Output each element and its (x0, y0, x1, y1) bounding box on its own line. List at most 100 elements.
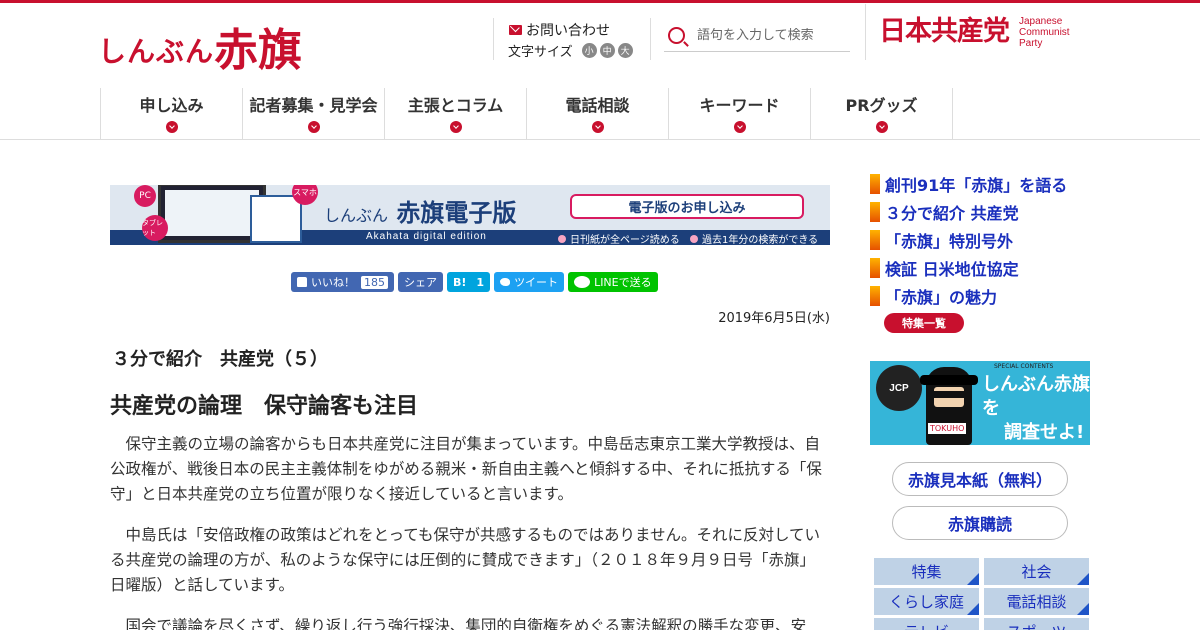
banner-edition-text: Akahata digital edition (366, 231, 487, 242)
tweet-label: ツイート (514, 276, 559, 289)
font-size-label: 文字サイズ (508, 45, 573, 60)
line-icon (574, 276, 591, 288)
twitter-bird-icon (500, 278, 511, 286)
chevron-down-icon (875, 121, 888, 133)
share-buttons: いいね！ 185 シェア B! 1 ツイート LINEで送る (291, 272, 658, 292)
nav-item-recruit[interactable]: 記者募集・見学会 (243, 88, 385, 140)
banner-brand-big: 赤旗電子版 (396, 199, 517, 227)
nav-item-keyword[interactable]: キーワード (669, 88, 811, 140)
article-date: 2019年6月5日(水) (718, 311, 830, 326)
banner-brand-small: しんぶん (324, 206, 389, 225)
orange-bar-icon (870, 258, 880, 278)
nav-item-label: 主張とコラム (407, 96, 504, 115)
search-box (664, 20, 850, 52)
font-size-large-button[interactable]: 大 (617, 43, 633, 58)
feature-link-label: 検証 日米地位協定 (885, 260, 1019, 279)
category-link[interactable]: テレビ (874, 618, 979, 630)
feature-list: 創刊91年「赤旗」を語る ３分で紹介 共産党 「赤旗」特別号外 検証 日米地位協… (870, 170, 1067, 310)
chevron-down-icon (591, 121, 604, 133)
promo-top-text: SPECIAL CONTENTS (994, 363, 1054, 370)
site-logo[interactable]: しんぶん赤旗 (98, 14, 302, 78)
font-size-medium-button[interactable]: 中 (599, 43, 615, 58)
nav-item-label: 電話相談 (565, 96, 630, 115)
feature-link-label: 「赤旗」の魅力 (885, 288, 998, 307)
nav-item-editorial[interactable]: 主張とコラム (385, 88, 527, 140)
party-name-en-line: Party (1019, 38, 1043, 49)
banner-feature: 日刊紙が全ページ読める (558, 231, 680, 245)
chevron-down-icon (307, 121, 320, 133)
banner-brand: しんぶん 赤旗電子版 (324, 193, 516, 228)
nav-item-label: PRグッズ (845, 96, 918, 115)
search-input[interactable] (697, 28, 847, 43)
nav-item-phone-consult[interactable]: 電話相談 (527, 88, 669, 140)
article-paragraph: 中島氏は「安倍政権の政策はどれをとっても保守が共感するものではありません。それに… (110, 526, 821, 594)
article-series-title: ３分で紹介 共産党（５） (112, 349, 328, 370)
nav-item-label: キーワード (699, 96, 780, 115)
party-name-en-line: Communist (1019, 27, 1070, 38)
thumbs-up-icon (297, 277, 307, 287)
nav-divider (0, 139, 1200, 140)
hatena-count: 1 (476, 275, 485, 289)
article-headline: 共産党の論理 保守論客も注目 (110, 394, 419, 419)
promo-title-line: 調査せよ! (1004, 422, 1085, 443)
feature-link-label: 創刊91年「赤旗」を語る (885, 176, 1068, 195)
category-link[interactable]: 特集 (874, 558, 979, 585)
chevron-down-icon (165, 121, 178, 133)
nav-item-label: 記者募集・見学会 (249, 96, 378, 115)
main-nav: 申し込み 記者募集・見学会 主張とコラム 電話相談 キーワード PRグッズ (100, 88, 953, 140)
feature-link[interactable]: 検証 日米地位協定 (870, 254, 1067, 282)
banner-feature: 過去1年分の検索ができる (690, 231, 818, 245)
feature-link[interactable]: ３分で紹介 共産党 (870, 198, 1067, 226)
contact-label: お問い合わせ (526, 23, 610, 39)
orange-bar-icon (870, 174, 880, 194)
line-label: LINEで送る (594, 276, 652, 289)
category-grid: 特集 社会 くらし家庭 電話相談 テレビ スポーツ (874, 558, 1089, 630)
special-content-banner[interactable]: JCP TOKUHO SPECIAL CONTENTS しんぶん赤旗を 調査せよ! (870, 361, 1090, 445)
facebook-like-button[interactable]: いいね！ 185 (291, 272, 394, 292)
mail-icon (509, 25, 522, 35)
phone-badge: スマホ (292, 185, 318, 205)
party-logo[interactable]: 日本共産党 Japanese Communist Party (879, 14, 1070, 50)
category-link[interactable]: くらし家庭 (874, 588, 979, 615)
category-link[interactable]: 社会 (984, 558, 1089, 585)
search-icon[interactable] (668, 27, 685, 44)
line-send-button[interactable]: LINEで送る (568, 272, 658, 292)
header-divider (650, 18, 651, 60)
jcp-magazine-badge: JCP (876, 365, 922, 411)
features-index-button[interactable]: 特集一覧 (884, 313, 964, 333)
banner-feature-text: 過去1年分の検索ができる (702, 235, 819, 245)
promo-title: しんぶん赤旗を 調査せよ! (982, 373, 1090, 445)
logo-big-text: 赤旗 (214, 25, 303, 76)
nav-item-pr-goods[interactable]: PRグッズ (811, 88, 953, 140)
font-size-control: 文字サイズ 小 中 大 (508, 41, 633, 60)
free-sample-button[interactable]: 赤旗見本紙（無料） (892, 462, 1068, 496)
tweet-button[interactable]: ツイート (494, 272, 565, 292)
article-paragraph: 国会で議論を尽くさず、繰り返し行う強行採決、集団的自衛権をめぐる憲法解釈の勝手な… (125, 617, 807, 630)
feature-link[interactable]: 創刊91年「赤旗」を語る (870, 170, 1067, 198)
feature-link[interactable]: 「赤旗」の魅力 (870, 282, 1067, 310)
nav-item-label: 申し込み (139, 96, 204, 115)
article-paragraph: 保守主義の立場の論客からも日本共産党に注目が集まっています。中島岳志東京工業大学… (110, 435, 822, 503)
nav-item-apply[interactable]: 申し込み (101, 88, 243, 140)
like-count: 185 (361, 275, 388, 289)
hatena-bookmark-button[interactable]: B! 1 (447, 272, 491, 292)
chevron-down-icon (449, 121, 462, 133)
subscribe-button[interactable]: 赤旗購読 (892, 506, 1068, 540)
party-name-en: Japanese Communist Party (1019, 16, 1070, 49)
feature-link-label: 「赤旗」特別号外 (885, 232, 1014, 251)
article-body: 保守主義の立場の論客からも日本共産党に注目が集まっています。中島岳志東京工業大学… (110, 432, 830, 630)
facebook-share-button[interactable]: シェア (398, 272, 443, 292)
orange-bar-icon (870, 230, 880, 250)
party-name-en-line: Japanese (1019, 16, 1063, 27)
promo-tag: TOKUHO (928, 423, 967, 434)
feature-link[interactable]: 「赤旗」特別号外 (870, 226, 1067, 254)
category-link[interactable]: 電話相談 (984, 588, 1089, 615)
digital-edition-banner[interactable]: PC タブレット スマホ しんぶん 赤旗電子版 Akahata digital … (110, 185, 830, 245)
font-size-small-button[interactable]: 小 (581, 43, 597, 58)
header-divider (865, 4, 866, 60)
banner-cta-button[interactable]: 電子版のお申し込み (570, 194, 804, 219)
top-accent-line (0, 0, 1200, 3)
contact-link[interactable]: お問い合わせ (509, 20, 610, 40)
header-divider (493, 18, 494, 60)
category-link[interactable]: スポーツ (984, 618, 1089, 630)
